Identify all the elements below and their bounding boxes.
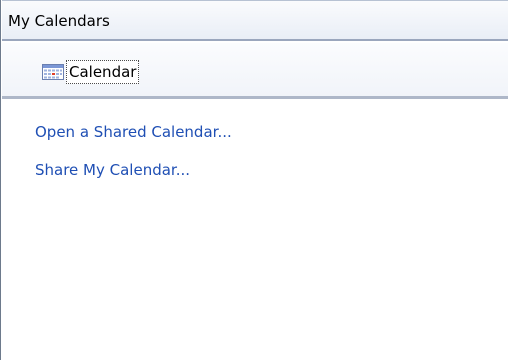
calendar-list: Calendar — [2, 43, 508, 99]
share-my-calendar-link[interactable]: Share My Calendar... — [35, 160, 190, 180]
calendar-item-label: Calendar — [66, 60, 140, 84]
open-shared-calendar-link[interactable]: Open a Shared Calendar... — [35, 122, 232, 142]
my-calendars-title: My Calendars — [8, 12, 110, 30]
calendar-links: Open a Shared Calendar... Share My Calen… — [2, 102, 508, 360]
calendar-icon — [42, 64, 64, 80]
calendar-item[interactable]: Calendar — [42, 59, 140, 85]
navigation-pane: My Calendars Calendar Open a Shared Cale… — [0, 0, 508, 360]
my-calendars-header[interactable]: My Calendars — [2, 0, 508, 41]
